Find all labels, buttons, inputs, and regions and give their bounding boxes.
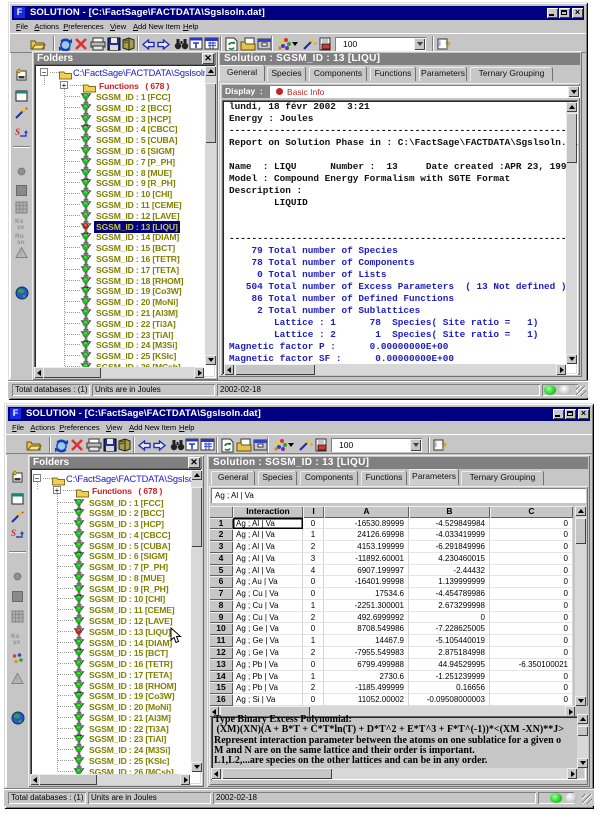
svg-text:yx: yx (17, 224, 25, 230)
svg-text:sn: sn (17, 239, 25, 245)
svg-text:!: ! (16, 677, 18, 684)
svg-text:i: i (439, 39, 441, 48)
svg-text:!: ! (20, 251, 22, 258)
svg-text:S: S (11, 528, 16, 538)
svg-text:i: i (435, 440, 437, 449)
svg-text:S: S (15, 127, 20, 137)
svg-text:yx: yx (13, 639, 21, 645)
svg-text:?: ? (445, 38, 451, 51)
svg-text:?: ? (441, 439, 447, 452)
